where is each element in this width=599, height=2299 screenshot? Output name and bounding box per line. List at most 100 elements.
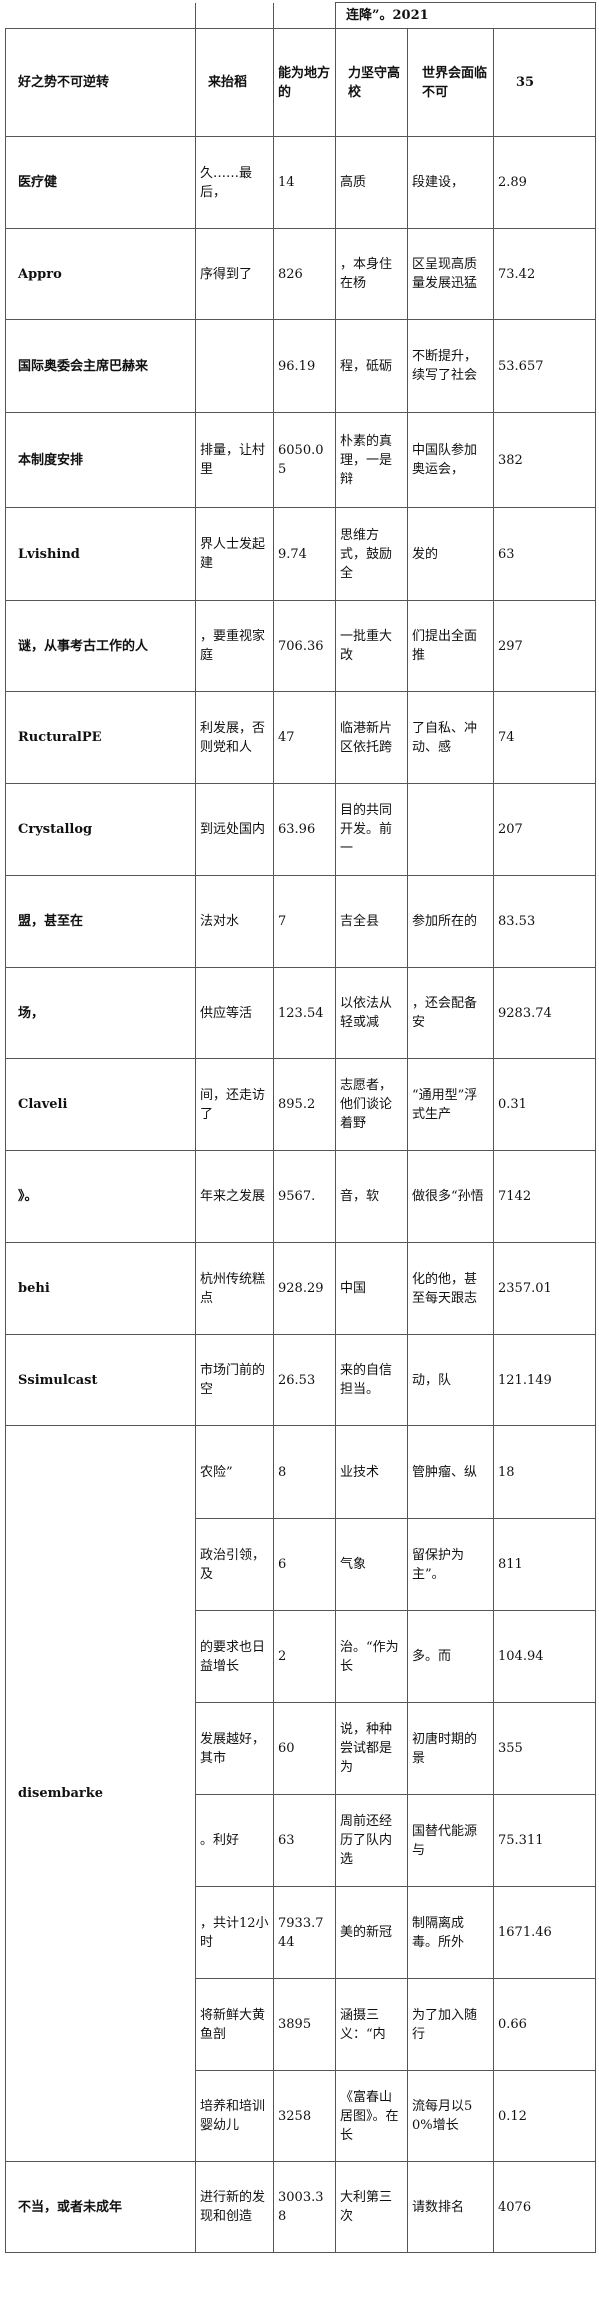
cell-col-4: 一批重大改 [335, 600, 408, 692]
row-label: Ssimulcast [5, 1334, 196, 1426]
document-page: 连降”。2021 好之势不可逆转 来抬稻 能为地方的 力坚守高校 世界会面临不可… [0, 0, 599, 2299]
table-row: 医疗健 久……最后， 14 高质 段建设， 2.89 [5, 136, 597, 229]
cell-col-4: 气象 [335, 1518, 408, 1611]
cell-col-4: 说，种种尝试都是为 [335, 1702, 408, 1795]
cell-col-4: 涵摄三义：“内 [335, 1978, 408, 2071]
cell-col-3: 928.29 [273, 1242, 336, 1335]
cell-col-5: 化的他，甚至每天跟志 [407, 1242, 494, 1335]
cell-col-5: 发的 [407, 507, 494, 601]
cell-col-2: 间，还走访了 [195, 1058, 274, 1151]
cell-col-6: 0.31 [492, 1058, 597, 1151]
cell-col-5: ，还会配备安 [407, 967, 494, 1059]
cell-col-5: 为了加入随行 [407, 1978, 494, 2071]
cell-col-2: 杭州传统糕点 [195, 1242, 274, 1335]
cell-col-5: 了自私、冲动、感 [407, 691, 494, 784]
cell-col-6: 382 [492, 412, 597, 508]
cell-col-3: 9567. [273, 1150, 336, 1243]
header-col-5: 世界会面临不可 [407, 28, 494, 137]
cell-col-3: 14 [273, 136, 336, 229]
cell-col-6: 0.12 [492, 2070, 597, 2162]
cell-col-3: 826 [273, 228, 336, 320]
cell-col-3: 6050.05 [273, 412, 336, 508]
row-label: Lvishind [5, 507, 196, 601]
cell-col-6: 355 [492, 1702, 597, 1795]
cell-col-6: 73.42 [492, 228, 597, 320]
cell-col-5: 管肿瘤、纵 [407, 1425, 494, 1519]
cell-col-4: 业技术 [335, 1425, 408, 1519]
cell-col-5: 做很多“孙悟 [407, 1150, 494, 1243]
cell-col-5: 多。而 [407, 1610, 494, 1703]
cell-col-3: 63.96 [273, 783, 336, 876]
row-label: 》。 [5, 1150, 196, 1243]
row-label: 国际奥委会主席巴赫来 [5, 319, 196, 413]
cell-col-3: 2 [273, 1610, 336, 1703]
cell-col-4: 临港新片区依托跨 [335, 691, 408, 784]
cell-col-3: 123.54 [273, 967, 336, 1059]
cell-col-5: 中国队参加奥运会， [407, 412, 494, 508]
row-label: Appro [5, 228, 196, 320]
table-row: Crystallog 到远处国内 63.96 目的共同开发。前一 207 [5, 783, 597, 876]
header-top-note: 连降”。2021 [334, 2, 597, 29]
header-empty-cell [5, 2, 196, 29]
cell-col-2: ，共计12小时 [195, 1886, 274, 1979]
cell-col-6: 18 [492, 1425, 597, 1519]
header-empty-cell [195, 2, 274, 29]
header-empty-cell [273, 2, 336, 29]
table-row: 场， 供应等活 123.54 以依法从轻或减 ，还会配备安 9283.74 [5, 967, 597, 1059]
cell-col-6: 1671.46 [492, 1886, 597, 1979]
cell-col-6: 104.94 [492, 1610, 597, 1703]
header-col-2: 来抬稻 [195, 28, 274, 137]
cell-col-2: 法对水 [195, 875, 274, 968]
header-col-6: 35 [492, 28, 597, 137]
cell-col-4: 朴素的真理，一是辩 [335, 412, 408, 508]
header-col-4: 力坚守高校 [335, 28, 408, 137]
header-col-1: 好之势不可逆转 [5, 28, 196, 137]
cell-col-4: 思维方式，鼓励全 [335, 507, 408, 601]
cell-col-5: 制隔离成毒。所外 [407, 1886, 494, 1979]
row-label: Crystallog [5, 783, 196, 876]
table-body: 连降”。2021 好之势不可逆转 来抬稻 能为地方的 力坚守高校 世界会面临不可… [5, 2, 597, 2253]
cell-col-3: 96.19 [273, 319, 336, 413]
cell-col-4: 治。“作为长 [335, 1610, 408, 1703]
cell-col-2: 排量，让村里 [195, 412, 274, 508]
cell-col-2: 的要求也日益增长 [195, 1610, 274, 1703]
cell-col-6: 207 [492, 783, 597, 876]
cell-col-2: 久……最后， [195, 136, 274, 229]
cell-col-3: 26.53 [273, 1334, 336, 1426]
cell-col-4: 美的新冠 [335, 1886, 408, 1979]
row-label: 谜，从事考古工作的人 [5, 600, 196, 692]
cell-col-6: 811 [492, 1518, 597, 1611]
cell-col-4: 吉全县 [335, 875, 408, 968]
cell-col-2: 利发展，否则党和人 [195, 691, 274, 784]
cell-col-2: 到远处国内 [195, 783, 274, 876]
row-label: 本制度安排 [5, 412, 196, 508]
cell-col-2: 培养和培训婴幼儿 [195, 2070, 274, 2162]
table-row: Appro 序得到了 826 ，本身住在杨 区呈现高质量发展迅猛 73.42 [5, 228, 597, 320]
cell-col-4: 《富春山居图》。在长 [335, 2070, 408, 2162]
table-row: Ssimulcast 市场门前的空 26.53 来的自信担当。 动，队 121.149 [5, 1334, 597, 1426]
cell-col-5: 们提出全面推 [407, 600, 494, 692]
table-row: behi 杭州传统糕点 928.29 中国 化的他，甚至每天跟志 2357.01 [5, 1242, 597, 1335]
table-row: 不当，或者未成年 进行新的发现和创造 3003.38 大利第三次 请数排名 4076 [5, 2161, 597, 2253]
cell-col-5: 动，队 [407, 1334, 494, 1426]
cell-col-5: “通用型”浮式生产 [407, 1058, 494, 1151]
cell-col-4: 中国 [335, 1242, 408, 1335]
cell-col-3: 3258 [273, 2070, 336, 2162]
header-row: 好之势不可逆转 来抬稻 能为地方的 力坚守高校 世界会面临不可 35 [5, 28, 597, 137]
cell-col-5: 参加所在的 [407, 875, 494, 968]
cell-col-3: 7 [273, 875, 336, 968]
cell-col-2: 供应等活 [195, 967, 274, 1059]
table-row: 本制度安排 排量，让村里 6050.05 朴素的真理，一是辩 中国队参加奥运会， 382 [5, 412, 597, 508]
header-top-row: 连降”。2021 [5, 2, 597, 29]
cell-col-5: 区呈现高质量发展迅猛 [407, 228, 494, 320]
table-row: 国际奥委会主席巴赫来 96.19 程，砥砺 不断提升，续写了社会 53.657 [5, 319, 597, 413]
cell-col-2: 界人士发起建 [195, 507, 274, 601]
cell-col-3: 8 [273, 1425, 336, 1519]
cell-col-6: 74 [492, 691, 597, 784]
cell-col-5: 留保护为主”。 [407, 1518, 494, 1611]
cell-col-2: ，要重视家庭 [195, 600, 274, 692]
cell-col-6: 83.53 [492, 875, 597, 968]
cell-col-2 [195, 319, 274, 413]
table-row: 》。 年来之发展 9567. 音，软 做很多“孙悟 7142 [5, 1150, 597, 1243]
row-label: Claveli [5, 1058, 196, 1151]
